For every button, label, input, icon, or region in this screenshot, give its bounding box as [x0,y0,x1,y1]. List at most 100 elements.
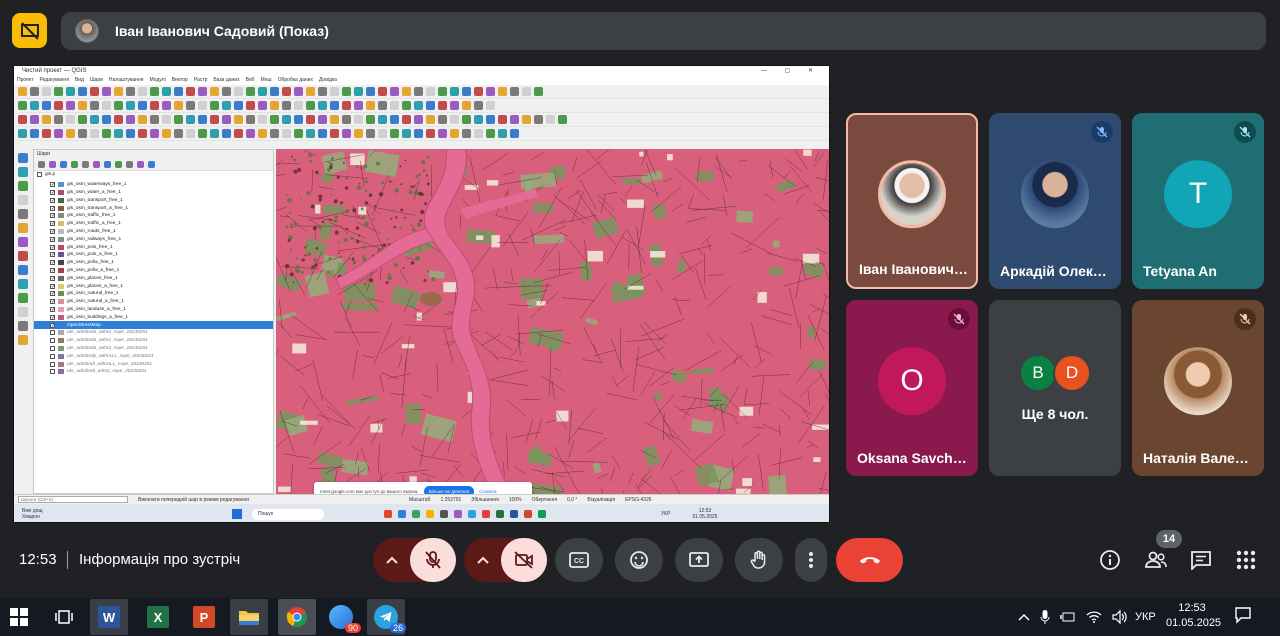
keyboard-language[interactable]: УКР [1135,611,1156,623]
magnifier-value[interactable]: 100% [509,497,522,503]
qgis-tool-icon[interactable] [282,87,291,96]
layer-item[interactable]: ✓ gis_osm_waterways_free_1 [34,181,273,189]
qgis-tool-icon[interactable] [558,115,567,124]
participant-tile-6[interactable]: Наталія Валеріївна [1132,300,1264,476]
qgis-tool-icon[interactable] [462,87,471,96]
layer-checkbox[interactable] [50,353,55,359]
qgis-tool-icon[interactable] [78,129,87,138]
qgis-tool-icon[interactable] [54,87,63,96]
qgis-tool-icon[interactable] [450,129,459,138]
qgis-menu-item[interactable]: Налаштування [109,76,144,85]
qgis-tool-icon[interactable] [66,115,75,124]
qgis-tool-icon[interactable] [306,129,315,138]
qgis-tool-icon[interactable] [534,87,543,96]
qgis-tool-icon[interactable] [30,87,39,96]
layer-item[interactable]: ✓ gis_osm_natural_free_1 [34,290,273,298]
qgis-side-tool-icon[interactable] [18,251,28,261]
taskbar-excel[interactable]: X [139,599,177,635]
qgis-tool-icon[interactable] [306,115,315,124]
qgis-side-tool-icon[interactable] [18,335,28,345]
qgis-tool-icon[interactable] [354,87,363,96]
taskbar-explorer[interactable] [230,599,268,635]
qgis-tool-icon[interactable] [174,115,183,124]
qgis-tool-icon[interactable] [486,115,495,124]
layer-item[interactable]: ✓ gis_osm_natural_a_free_1 [34,298,273,306]
taskbar-chrome[interactable] [278,599,316,635]
qgis-tool-icon[interactable] [18,87,27,96]
layers-tool-icon[interactable] [104,161,111,168]
qgis-tool-icon[interactable] [330,129,339,138]
qgis-tool-icon[interactable] [138,101,147,110]
qgis-side-tool-icon[interactable] [18,293,28,303]
qgis-tool-icon[interactable] [102,101,111,110]
qgis-tool-icon[interactable] [330,101,339,110]
qgis-tool-icon[interactable] [222,101,231,110]
hide-notice-link[interactable]: Сховати [479,489,496,494]
qgis-menu-item[interactable]: База даних [213,76,239,85]
wifi-icon[interactable] [1086,611,1102,623]
layer-checkbox[interactable] [50,338,55,344]
qgis-tool-icon[interactable] [414,87,423,96]
qgis-tool-icon[interactable] [198,129,207,138]
qgis-side-tool-icon[interactable] [18,223,28,233]
qgis-tool-icon[interactable] [42,115,51,124]
layers-tool-icon[interactable] [126,161,133,168]
qgis-tool-icon[interactable] [390,115,399,124]
layers-tool-icon[interactable] [82,161,89,168]
qgis-tool-icon[interactable] [186,87,195,96]
qgis-tool-icon[interactable] [318,101,327,110]
taskbar-telegram[interactable]: 26 [367,599,406,635]
qgis-tool-icon[interactable] [42,101,51,110]
qgis-tool-icon[interactable] [270,87,279,96]
activities-button[interactable] [1234,548,1258,572]
qgis-tool-icon[interactable] [294,87,303,96]
layer-checkbox[interactable]: ✓ [50,213,55,219]
qgis-tool-icon[interactable] [54,101,63,110]
qgis-tool-icon[interactable] [18,129,27,138]
layer-checkbox[interactable]: ✓ [50,260,55,266]
layers-tool-icon[interactable] [137,161,144,168]
layer-checkbox[interactable]: ✓ [50,228,55,234]
qgis-tool-icon[interactable] [378,87,387,96]
layer-item[interactable]: ✓ gis_osm_places_free_1 [34,274,273,282]
qgis-tool-icon[interactable] [318,87,327,96]
qgis-tool-icon[interactable] [210,87,219,96]
start-button[interactable] [0,599,38,635]
qgis-tool-icon[interactable] [438,129,447,138]
taskbar-word[interactable]: W [90,599,128,635]
layer-checkbox[interactable] [50,369,55,375]
crs-value[interactable]: EPSG:4326 [625,497,651,503]
qgis-tool-icon[interactable] [18,115,27,124]
qgis-tool-icon[interactable] [282,129,291,138]
rotation-value[interactable]: 0,0 ° [567,497,577,503]
qgis-tool-icon[interactable] [126,87,135,96]
raise-hand-button[interactable] [735,538,783,582]
layer-group[interactable]: gis.p [34,171,273,179]
battery-charging-icon[interactable] [1060,611,1076,623]
qgis-tool-icon[interactable] [462,129,471,138]
qgis-menu-item[interactable]: Шари [90,76,103,85]
layer-item[interactable]: ✓ gis_osm_buildings_a_free_1 [34,313,273,321]
layer-checkbox[interactable]: ✓ [50,299,55,305]
layer-item[interactable]: ✓ OpenStreetMap [34,321,273,329]
qgis-tool-icon[interactable] [114,129,123,138]
notifications-button[interactable] [1234,606,1252,629]
qgis-tool-icon[interactable] [366,101,375,110]
qgis-tool-icon[interactable] [354,101,363,110]
qgis-tool-icon[interactable] [138,87,147,96]
qgis-tool-icon[interactable] [234,115,243,124]
layer-checkbox[interactable]: ✓ [50,236,55,242]
qgis-menu-item[interactable]: Проект [17,76,33,85]
layers-tool-icon[interactable] [115,161,122,168]
qgis-tool-icon[interactable] [438,87,447,96]
qgis-tool-icon[interactable] [114,101,123,110]
layer-checkbox[interactable]: ✓ [50,244,55,250]
qgis-tool-icon[interactable] [258,101,267,110]
layer-item[interactable]: ✓ gis_osm_traffic_a_free_1 [34,220,273,228]
qgis-tool-icon[interactable] [402,87,411,96]
qgis-tool-icon[interactable] [522,115,531,124]
qgis-tool-icon[interactable] [78,87,87,96]
qgis-tool-icon[interactable] [66,129,75,138]
layer-item[interactable]: ✓ gis_osm_pois_free_1 [34,243,273,251]
qgis-tool-icon[interactable] [330,87,339,96]
